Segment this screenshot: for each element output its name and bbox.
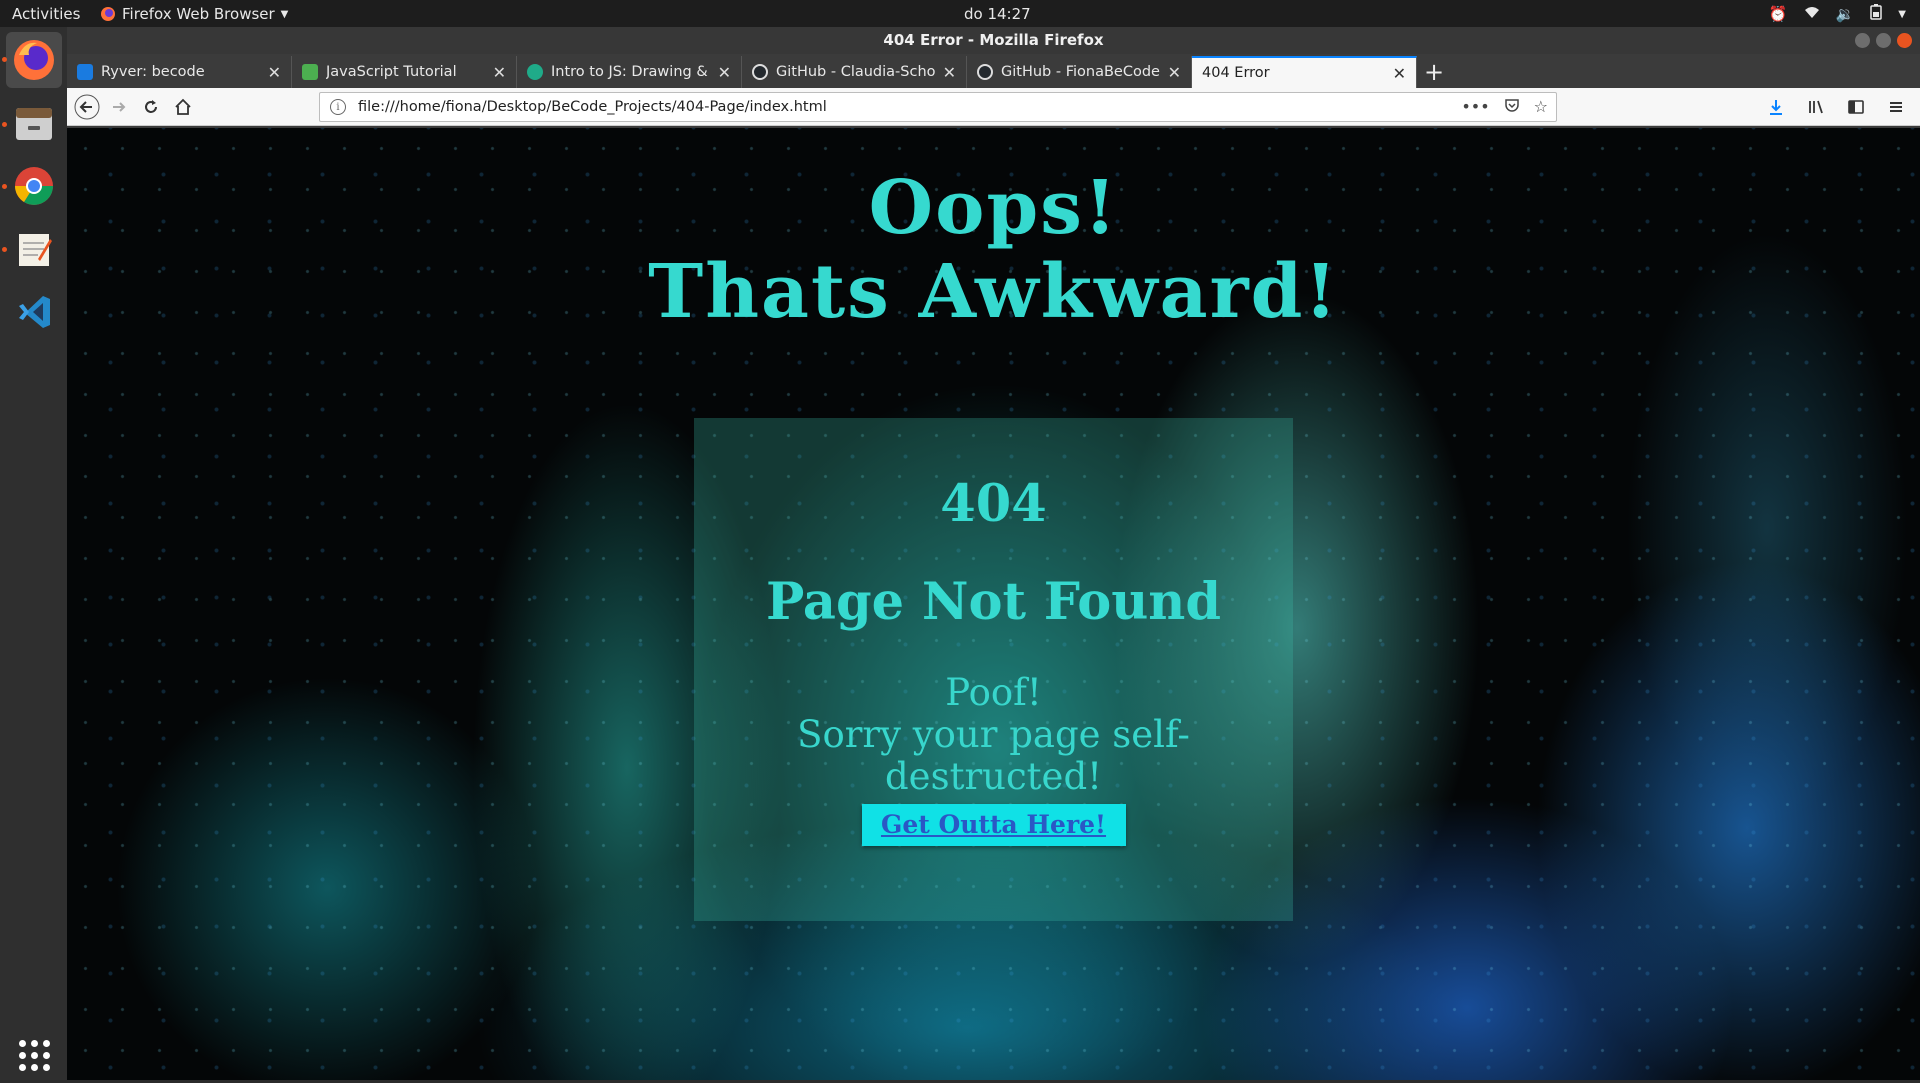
text-editor-icon bbox=[19, 234, 52, 266]
dock-firefox[interactable] bbox=[6, 32, 62, 88]
library-button[interactable] bbox=[1802, 91, 1830, 123]
tab-javascript-tutorial[interactable]: JavaScript Tutorial ✕ bbox=[292, 56, 517, 88]
system-tray[interactable]: ⏰ 🔉 ▼ bbox=[1769, 4, 1906, 24]
message-self-destructed: Sorry your page self-destructed! bbox=[797, 713, 1190, 798]
download-icon bbox=[1770, 100, 1782, 115]
close-tab-icon[interactable]: ✕ bbox=[943, 63, 956, 82]
app-menu[interactable]: Firefox Web Browser ▼ bbox=[100, 5, 288, 23]
new-tab-button[interactable]: + bbox=[1417, 56, 1451, 88]
volume-icon[interactable]: 🔉 bbox=[1836, 5, 1855, 23]
hamburger-menu-icon bbox=[1890, 102, 1902, 112]
vscode-icon bbox=[19, 296, 50, 328]
battery-icon[interactable] bbox=[1870, 4, 1883, 24]
maximize-button[interactable] bbox=[1876, 33, 1891, 48]
url-bar[interactable]: i file:///home/fiona/Desktop/BeCode_Proj… bbox=[319, 92, 1557, 122]
forward-button[interactable] bbox=[103, 91, 135, 123]
home-button[interactable] bbox=[167, 91, 199, 123]
activities-button[interactable]: Activities bbox=[12, 5, 80, 23]
toolbar-right bbox=[1762, 91, 1910, 123]
pocket-icon[interactable] bbox=[1504, 97, 1520, 117]
close-tab-icon[interactable]: ✕ bbox=[718, 63, 731, 82]
clock[interactable]: do 14:27 bbox=[964, 5, 1031, 23]
tab-strip: Ryver: becode ✕ JavaScript Tutorial ✕ In… bbox=[67, 54, 1920, 88]
tab-intro-to-js[interactable]: Intro to JS: Drawing & Ar ✕ bbox=[517, 56, 742, 88]
url-actions: ••• ☆ bbox=[1461, 97, 1548, 117]
running-indicator bbox=[2, 247, 7, 252]
running-indicator bbox=[2, 57, 7, 62]
heading-oops: Oops! bbox=[868, 165, 1119, 251]
close-tab-icon[interactable]: ✕ bbox=[1393, 64, 1406, 83]
library-icon bbox=[1809, 100, 1823, 114]
system-menu-arrow-icon[interactable]: ▼ bbox=[1898, 9, 1906, 20]
menu-button[interactable] bbox=[1882, 91, 1910, 123]
close-tab-icon[interactable]: ✕ bbox=[1168, 63, 1181, 82]
running-indicator bbox=[2, 122, 7, 127]
back-button[interactable] bbox=[71, 91, 103, 123]
tab-label: Intro to JS: Drawing & Ar bbox=[551, 64, 710, 80]
khan-academy-favicon-icon bbox=[527, 64, 543, 80]
dock-chrome[interactable] bbox=[6, 158, 62, 214]
error-card: 404 Page Not Found Poof! Sorry your page… bbox=[694, 418, 1293, 921]
w3schools-favicon-icon bbox=[302, 64, 318, 80]
plus-icon: + bbox=[1423, 58, 1445, 86]
dock-files[interactable] bbox=[6, 95, 62, 151]
tab-github-claudia[interactable]: GitHub - Claudia-Scho/4( ✕ bbox=[742, 56, 967, 88]
url-text[interactable]: file:///home/fiona/Desktop/BeCode_Projec… bbox=[358, 99, 827, 115]
close-window-button[interactable] bbox=[1897, 33, 1912, 48]
message-poof: Poof! bbox=[945, 671, 1042, 714]
tab-label: Ryver: becode bbox=[101, 64, 205, 80]
home-icon bbox=[175, 98, 191, 115]
tab-ryver[interactable]: Ryver: becode ✕ bbox=[67, 56, 292, 88]
tab-label: JavaScript Tutorial bbox=[326, 64, 457, 80]
sidebar-button[interactable] bbox=[1842, 91, 1870, 123]
get-outta-here-button[interactable]: Get Outta Here! bbox=[861, 804, 1126, 846]
chrome-icon bbox=[15, 167, 53, 205]
chevron-down-icon: ▼ bbox=[280, 8, 289, 20]
error-code: 404 bbox=[940, 474, 1047, 534]
wifi-icon[interactable] bbox=[1804, 5, 1820, 23]
close-tab-icon[interactable]: ✕ bbox=[268, 63, 281, 82]
page-actions-icon[interactable]: ••• bbox=[1461, 97, 1489, 117]
reload-icon bbox=[145, 99, 157, 113]
firefox-small-icon bbox=[101, 7, 115, 21]
site-info-icon[interactable]: i bbox=[330, 99, 346, 115]
minimize-button[interactable] bbox=[1855, 33, 1870, 48]
system-top-bar: Activities Firefox Web Browser ▼ do 14:2… bbox=[0, 0, 1920, 27]
back-arrow-icon bbox=[74, 94, 100, 119]
tab-label: GitHub - FionaBeCode/4( bbox=[1001, 64, 1160, 80]
error-message: Poof! Sorry your page self-destructed! bbox=[794, 672, 1194, 798]
tab-label: GitHub - Claudia-Scho/4( bbox=[776, 64, 935, 80]
app-grid-icon bbox=[18, 1039, 50, 1071]
running-indicator bbox=[2, 184, 7, 189]
page-content: Oops! Thats Awkward! 404 Page Not Found … bbox=[67, 128, 1920, 1080]
page-not-found-title: Page Not Found bbox=[765, 572, 1222, 632]
app-menu-label: Firefox Web Browser bbox=[122, 5, 275, 23]
dock-text-editor[interactable] bbox=[6, 221, 62, 277]
window-title: 404 Error - Mozilla Firefox bbox=[883, 31, 1104, 49]
close-tab-icon[interactable]: ✕ bbox=[493, 63, 506, 82]
sidebar-icon bbox=[1848, 100, 1864, 114]
forward-arrow-icon bbox=[113, 101, 126, 112]
dock bbox=[0, 27, 67, 1080]
github-favicon-icon bbox=[977, 64, 993, 80]
tab-404-error[interactable]: 404 Error ✕ bbox=[1192, 56, 1417, 88]
bookmark-star-icon[interactable]: ☆ bbox=[1534, 97, 1548, 117]
reload-button[interactable] bbox=[135, 91, 167, 123]
window-titlebar[interactable]: 404 Error - Mozilla Firefox bbox=[67, 27, 1920, 54]
downloads-button[interactable] bbox=[1762, 91, 1790, 123]
tab-label: 404 Error bbox=[1202, 65, 1270, 81]
window-controls bbox=[1855, 33, 1912, 48]
firefox-window: 404 Error - Mozilla Firefox Ryver: becod… bbox=[67, 27, 1920, 1080]
dock-vscode[interactable] bbox=[6, 284, 62, 340]
show-applications-button[interactable] bbox=[6, 1027, 62, 1083]
firefox-icon bbox=[14, 40, 54, 80]
github-favicon-icon bbox=[752, 64, 768, 80]
navigation-toolbar: i file:///home/fiona/Desktop/BeCode_Proj… bbox=[67, 88, 1920, 126]
alarm-icon[interactable]: ⏰ bbox=[1769, 5, 1788, 23]
ryver-favicon-icon bbox=[77, 64, 93, 80]
files-icon bbox=[16, 108, 52, 140]
heading-thats-awkward: Thats Awkward! bbox=[648, 249, 1339, 335]
tab-github-fiona[interactable]: GitHub - FionaBeCode/4( ✕ bbox=[967, 56, 1192, 88]
